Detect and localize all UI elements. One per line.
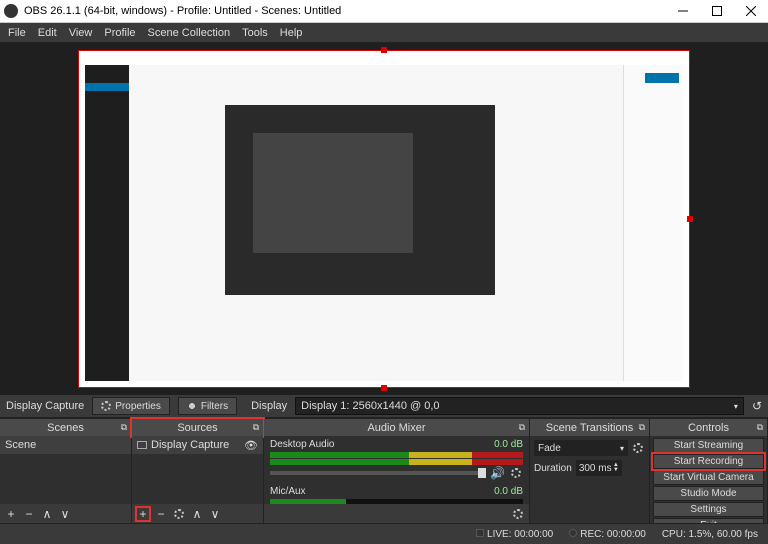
menu-scene-collection[interactable]: Scene Collection bbox=[148, 27, 231, 39]
gear-icon bbox=[101, 401, 111, 411]
chevron-down-icon: ▾ bbox=[620, 444, 624, 453]
close-button[interactable] bbox=[734, 0, 768, 23]
status-live: LIVE: 00:00:00 bbox=[476, 529, 553, 540]
docks: Scenes ⧉ Scene + − ∧ ∨ Sources ⧉ Display… bbox=[0, 418, 768, 523]
detach-icon[interactable]: ⧉ bbox=[253, 422, 259, 433]
source-up-button[interactable]: ∧ bbox=[190, 507, 204, 521]
sources-dock: Sources ⧉ Display Capture 👁 + − ∧ ∨ bbox=[132, 419, 264, 523]
status-rec: REC: 00:00:00 bbox=[569, 529, 646, 540]
transition-settings-button[interactable] bbox=[631, 441, 645, 455]
scenes-dock: Scenes ⧉ Scene + − ∧ ∨ bbox=[0, 419, 132, 523]
volume-slider[interactable] bbox=[270, 471, 486, 475]
controls-dock: Controls ⧉ Start Streaming Start Recordi… bbox=[650, 419, 768, 523]
gear-icon bbox=[511, 468, 521, 478]
status-bar: LIVE: 00:00:00 REC: 00:00:00 CPU: 1.5%, … bbox=[0, 523, 768, 544]
exit-button[interactable]: Exit bbox=[653, 518, 764, 523]
duration-label: Duration bbox=[534, 463, 572, 474]
audio-mixer-dock: Audio Mixer ⧉ Desktop Audio 0.0 dB 🔊 bbox=[264, 419, 530, 523]
status-cpu: CPU: 1.5%, 60.00 fps bbox=[662, 529, 758, 540]
title-bar: OBS 26.1.1 (64-bit, windows) - Profile: … bbox=[0, 0, 768, 23]
menu-view[interactable]: View bbox=[69, 27, 93, 39]
controls-header: Controls ⧉ bbox=[650, 419, 767, 436]
add-source-button[interactable]: + bbox=[136, 507, 150, 521]
scene-up-button[interactable]: ∧ bbox=[40, 507, 54, 521]
filters-button[interactable]: Filters bbox=[178, 397, 237, 415]
start-virtual-camera-button[interactable]: Start Virtual Camera bbox=[653, 470, 764, 485]
duration-spinner[interactable]: 300 ms ▲▼ bbox=[576, 460, 622, 476]
minimize-button[interactable] bbox=[666, 0, 700, 23]
source-toolbar: Display Capture Properties Filters Displ… bbox=[0, 395, 768, 418]
scene-item[interactable]: Scene bbox=[0, 436, 131, 454]
menu-profile[interactable]: Profile bbox=[104, 27, 135, 39]
display-label: Display bbox=[251, 400, 287, 412]
preview-area[interactable] bbox=[0, 43, 768, 395]
chevron-down-icon: ▾ bbox=[734, 402, 738, 411]
menu-tools[interactable]: Tools bbox=[242, 27, 268, 39]
filter-icon bbox=[187, 401, 197, 411]
detach-icon[interactable]: ⧉ bbox=[519, 422, 525, 433]
mixer-settings-button[interactable] bbox=[511, 507, 525, 521]
source-down-button[interactable]: ∨ bbox=[208, 507, 222, 521]
rec-indicator-icon bbox=[569, 529, 577, 537]
remove-scene-button[interactable]: − bbox=[22, 507, 36, 521]
detach-icon[interactable]: ⧉ bbox=[757, 422, 763, 433]
transitions-dock: Scene Transitions ⧉ Fade ▾ Duration 300 … bbox=[530, 419, 650, 523]
app-icon bbox=[4, 4, 18, 18]
sources-header: Sources ⧉ bbox=[132, 419, 263, 436]
settings-button[interactable]: Settings bbox=[653, 502, 764, 517]
preview-selected-source[interactable] bbox=[78, 50, 690, 388]
mixer-track-mic: Mic/Aux 0.0 dB 🔊 bbox=[264, 483, 529, 504]
menu-bar: File Edit View Profile Scene Collection … bbox=[0, 23, 768, 43]
track-settings-button[interactable] bbox=[509, 466, 523, 480]
speaker-icon[interactable]: 🔊 bbox=[490, 466, 505, 480]
mixer-header: Audio Mixer ⧉ bbox=[264, 419, 529, 436]
spinner-arrows-icon[interactable]: ▲▼ bbox=[613, 463, 619, 473]
source-item[interactable]: Display Capture 👁 bbox=[132, 436, 263, 454]
selected-source-label: Display Capture bbox=[6, 400, 84, 412]
source-settings-button[interactable] bbox=[172, 507, 186, 521]
gear-icon bbox=[513, 509, 523, 519]
mixer-track-desktop: Desktop Audio 0.0 dB 🔊 bbox=[264, 436, 529, 483]
transition-dropdown[interactable]: Fade ▾ bbox=[534, 440, 628, 456]
menu-help[interactable]: Help bbox=[280, 27, 303, 39]
gear-icon bbox=[174, 509, 184, 519]
detach-icon[interactable]: ⧉ bbox=[121, 422, 127, 433]
scenes-header: Scenes ⧉ bbox=[0, 419, 131, 436]
menu-edit[interactable]: Edit bbox=[38, 27, 57, 39]
add-scene-button[interactable]: + bbox=[4, 507, 18, 521]
properties-button[interactable]: Properties bbox=[92, 397, 170, 415]
gear-icon bbox=[633, 443, 643, 453]
detach-icon[interactable]: ⧉ bbox=[639, 422, 645, 433]
scene-down-button[interactable]: ∨ bbox=[58, 507, 72, 521]
visibility-toggle-icon[interactable]: 👁 bbox=[244, 439, 258, 452]
live-indicator-icon bbox=[476, 529, 484, 537]
maximize-button[interactable] bbox=[700, 0, 734, 23]
start-streaming-button[interactable]: Start Streaming bbox=[653, 438, 764, 453]
studio-mode-button[interactable]: Studio Mode bbox=[653, 486, 764, 501]
start-recording-button[interactable]: Start Recording bbox=[653, 454, 764, 469]
reset-icon[interactable]: ↺ bbox=[752, 399, 762, 413]
menu-file[interactable]: File bbox=[8, 27, 26, 39]
remove-source-button[interactable]: − bbox=[154, 507, 168, 521]
display-dropdown[interactable]: Display 1: 2560x1440 @ 0,0 ▾ bbox=[295, 397, 744, 415]
transitions-header: Scene Transitions ⧉ bbox=[530, 419, 649, 436]
window-title: OBS 26.1.1 (64-bit, windows) - Profile: … bbox=[24, 5, 341, 17]
display-icon bbox=[137, 441, 147, 449]
